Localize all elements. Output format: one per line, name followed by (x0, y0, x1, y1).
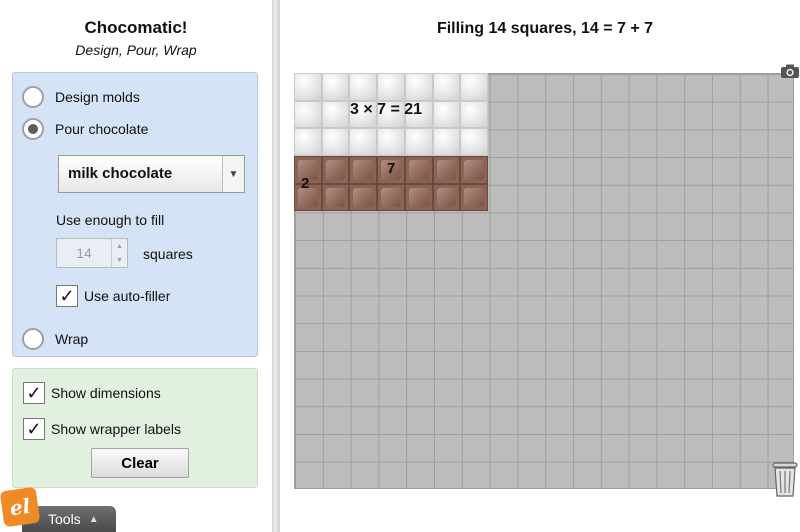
mold-square (349, 73, 378, 101)
mold-square (377, 73, 405, 101)
squares-label: squares (143, 246, 193, 262)
pour-chocolate-radio[interactable] (22, 118, 44, 140)
mold-square (432, 128, 461, 156)
mold-square (294, 73, 322, 101)
stepper-down-icon[interactable]: ▼ (112, 253, 127, 267)
auto-filler-checkbox[interactable]: ✓ (56, 285, 78, 307)
mold-square (460, 73, 488, 101)
mode-wrap[interactable]: Wrap (22, 328, 88, 350)
show-dimensions-label: Show dimensions (51, 385, 161, 401)
chocolate-type-select[interactable]: milk chocolate ▼ (58, 155, 245, 193)
trash-icon[interactable] (770, 460, 800, 498)
chocolate-square (460, 183, 488, 211)
chocolate-square (432, 183, 461, 211)
chocolate-square (404, 156, 433, 184)
clear-button[interactable]: Clear (91, 448, 189, 478)
show-dimensions-checkbox[interactable]: ✓ (23, 382, 45, 404)
mold-square (294, 100, 322, 129)
mold-square (460, 100, 488, 129)
chocolate-height-label: 2 (301, 175, 310, 192)
chocolate-square (321, 156, 350, 184)
gizmo-logo[interactable]: el (0, 486, 41, 528)
mold-square (404, 128, 433, 156)
design-molds-radio[interactable] (22, 86, 44, 108)
chocolate-square (460, 156, 488, 184)
squares-value[interactable]: 14 (57, 239, 111, 267)
show-wrapper-labels-label: Show wrapper labels (51, 421, 181, 437)
mold-square (377, 128, 405, 156)
chevron-down-icon[interactable]: ▼ (222, 156, 244, 192)
auto-filler-option[interactable]: ✓ Use auto-filler (56, 285, 170, 307)
mold-square (321, 73, 350, 101)
mold-square (294, 128, 322, 156)
mode-design-molds[interactable]: Design molds (22, 86, 140, 108)
wrap-label: Wrap (55, 331, 89, 347)
auto-filler-label: Use auto-filler (84, 288, 171, 304)
show-dimensions-option[interactable]: ✓ Show dimensions (23, 382, 161, 404)
chocolate-square (321, 183, 350, 211)
chocolate-square (432, 156, 461, 184)
design-molds-label: Design molds (55, 89, 140, 105)
chocolate-type-value: milk chocolate (59, 156, 222, 192)
mold-square (404, 73, 433, 101)
mold-square (432, 100, 461, 129)
show-wrapper-labels-checkbox[interactable]: ✓ (23, 418, 45, 440)
chocolate-square (404, 183, 433, 211)
mold-square (349, 128, 378, 156)
stepper-up-icon[interactable]: ▲ (112, 239, 127, 253)
app-title: Chocomatic! (84, 18, 188, 37)
squares-stepper[interactable]: 14 ▲ ▼ (56, 238, 128, 268)
panel-divider[interactable] (272, 0, 280, 532)
chocolate-square (377, 183, 405, 211)
workspace-heading: Filling 14 squares, 14 = 7 + 7 (436, 20, 654, 37)
chocolate-square (349, 183, 378, 211)
caret-up-icon: ▲ (88, 513, 99, 525)
mold-square (321, 128, 350, 156)
mold-dimension-label: 3 × 7 = 21 (350, 101, 423, 118)
app-subtitle: Design, Pour, Wrap (75, 42, 197, 58)
mold-square (460, 128, 488, 156)
wrap-radio[interactable] (22, 328, 44, 350)
chocolate-width-label: 7 (387, 160, 396, 177)
mode-pour-chocolate[interactable]: Pour chocolate (22, 118, 148, 140)
mold-square (321, 100, 350, 129)
chocolate-square (349, 156, 378, 184)
mold-square (432, 73, 461, 101)
fill-label: Use enough to fill (56, 212, 165, 228)
pour-chocolate-label: Pour chocolate (55, 121, 149, 137)
camera-icon[interactable] (780, 63, 800, 79)
show-wrapper-labels-option[interactable]: ✓ Show wrapper labels (23, 418, 181, 440)
control-panel: Chocomatic! Design, Pour, Wrap Design mo… (0, 0, 272, 532)
tools-tab-label: Tools (48, 511, 81, 527)
